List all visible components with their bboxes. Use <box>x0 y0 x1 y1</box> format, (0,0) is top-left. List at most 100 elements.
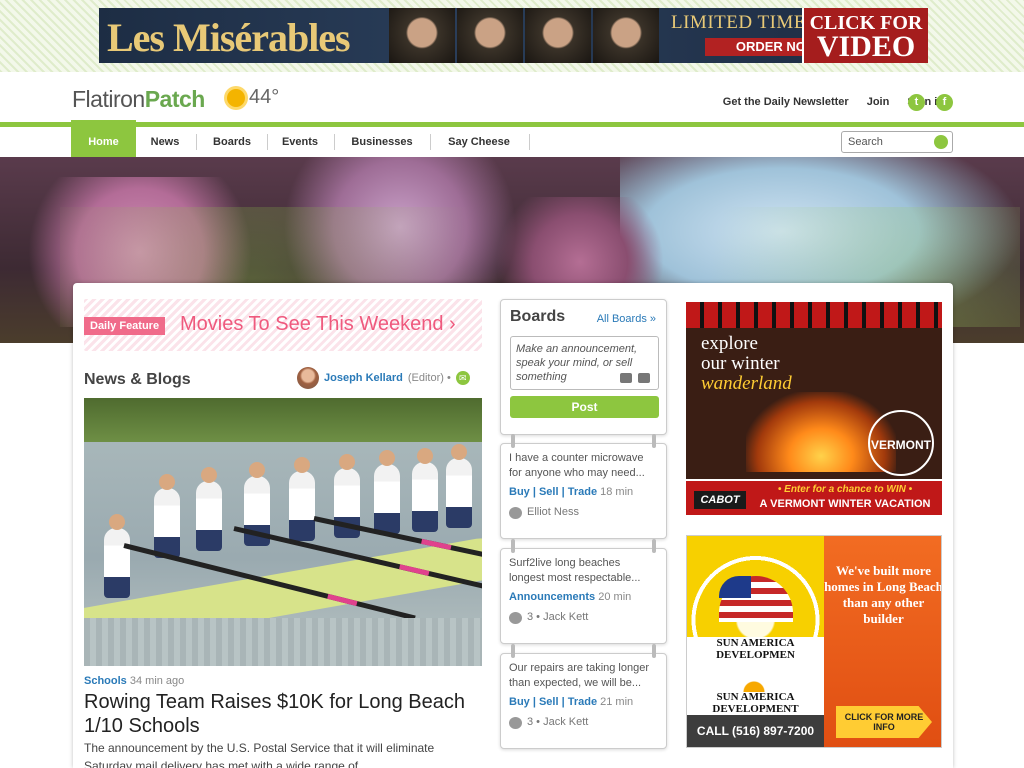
ad-phone[interactable]: CALL (516) 897-7200 <box>687 715 824 747</box>
ad-more-info-button[interactable]: CLICK FOR MORE INFO <box>836 706 932 738</box>
announcement-input[interactable]: Make an announcement, speak your mind, o… <box>510 336 659 390</box>
board-post-card[interactable]: I have a counter microwave for anyone wh… <box>500 434 667 539</box>
search-input[interactable]: Search <box>841 131 953 153</box>
post-text[interactable]: Surf2live long beaches longest most resp… <box>509 556 658 586</box>
ad-brand-logo-text: SUN AMERICA DEVELOPMENT <box>712 691 799 715</box>
post-user[interactable]: 3 • Jack Kett <box>509 715 658 730</box>
all-boards-link[interactable]: All Boards » <box>597 313 656 325</box>
nav-separator <box>267 134 268 150</box>
post-category-label[interactable]: Announcements <box>509 591 595 603</box>
nav-separator <box>529 134 530 150</box>
comment-icon <box>509 716 522 729</box>
photo-water <box>84 618 482 666</box>
sun-america-ad[interactable]: SUN AMERICA DEVELOPMEN SUN AMERICA DEVEL… <box>686 535 942 748</box>
comment-icon <box>509 506 522 519</box>
nav-businesses[interactable]: Businesses <box>338 127 426 157</box>
join-link[interactable]: Join <box>867 96 890 108</box>
photo-rower <box>154 474 180 558</box>
article-photo[interactable] <box>84 398 482 666</box>
article-category[interactable]: Schools <box>84 675 127 687</box>
ad-cast-photos <box>389 8 659 63</box>
camera-icon[interactable] <box>620 373 632 383</box>
search-placeholder: Search <box>848 136 883 148</box>
post-text[interactable]: Our repairs are taking longer than expec… <box>509 661 658 691</box>
article-headline[interactable]: Rowing Team Raises $10K for Long Beach 1… <box>84 690 482 738</box>
card-ring <box>652 644 656 658</box>
author-name[interactable]: Joseph Kellard <box>324 372 403 384</box>
post-category-label[interactable]: Buy | Sell | Trade <box>509 696 597 708</box>
board-post-card[interactable]: Our repairs are taking longer than expec… <box>500 644 667 749</box>
photo-rower <box>104 514 130 598</box>
ad-line2: our winter <box>701 353 780 374</box>
facebook-icon[interactable]: f <box>936 94 953 111</box>
daily-feature-banner[interactable]: Daily Feature Movies To See This Weekend… <box>84 299 482 351</box>
nav-boards[interactable]: Boards <box>200 127 264 157</box>
nav-events[interactable]: Events <box>270 127 330 157</box>
post-time: 18 min <box>600 486 634 498</box>
post-user[interactable]: 3 • Jack Kett <box>509 610 658 625</box>
post-category-label[interactable]: Buy | Sell | Trade <box>509 486 597 498</box>
mail-icon[interactable]: ✉ <box>455 371 470 385</box>
video-icon[interactable] <box>638 373 650 383</box>
comment-icon <box>509 611 522 624</box>
ad-brand-name: SUN AMERICA DEVELOPMEN <box>687 637 824 661</box>
post-text[interactable]: I have a counter microwave for anyone wh… <box>509 451 658 481</box>
post-category[interactable]: Buy | Sell | Trade 21 min <box>509 695 658 710</box>
nav-separator <box>196 134 197 150</box>
top-banner-ad[interactable]: Les Misérables LIMITED TIME OFFERS ORDER… <box>99 8 928 63</box>
boards-heading: Boards <box>510 308 566 325</box>
sun-logo-icon <box>739 674 769 692</box>
photo-shoreline <box>84 398 482 442</box>
announcement-placeholder: Make an announcement, speak your mind, o… <box>516 343 638 383</box>
post-time: 21 min <box>600 696 634 708</box>
post-user[interactable]: Elliot Ness <box>509 505 658 520</box>
daily-feature-link[interactable]: Movies To See This Weekend › <box>180 313 456 336</box>
board-post-card[interactable]: Surf2live long beaches longest most resp… <box>500 539 667 644</box>
post-username[interactable]: 3 • Jack Kett <box>527 610 588 625</box>
nav-home[interactable]: Home <box>71 120 136 157</box>
vermont-seal: VERMONT <box>868 410 934 476</box>
newsletter-link[interactable]: Get the Daily Newsletter <box>723 96 849 108</box>
nav-separator <box>430 134 431 150</box>
card-ring <box>511 539 515 553</box>
article-time: 34 min ago <box>129 675 185 687</box>
ad-line3: wanderland <box>701 373 792 394</box>
ad-video-line2: VIDEO <box>816 30 916 63</box>
search-icon[interactable] <box>934 135 948 149</box>
author-byline: Joseph Kellard (Editor) • ✉ <box>297 367 470 389</box>
site-header: FlatironPatch 44° Get the Daily Newslett… <box>0 72 1024 124</box>
ad-line1: explore <box>701 333 758 354</box>
nav-separator <box>334 134 335 150</box>
card-ring <box>652 434 656 448</box>
card-ring <box>511 434 515 448</box>
ad-plaid-band <box>686 302 942 328</box>
cabot-logo: CABOT <box>694 491 746 509</box>
article-meta: Schools 34 min ago <box>84 675 184 687</box>
nav-say-cheese[interactable]: Say Cheese <box>434 127 524 157</box>
vermont-ad[interactable]: explore our winter wanderland VERMONT CA… <box>686 302 942 515</box>
post-category[interactable]: Announcements 20 min <box>509 590 658 605</box>
avatar[interactable] <box>297 367 319 389</box>
post-username[interactable]: Elliot Ness <box>527 505 579 520</box>
post-username[interactable]: 3 • Jack Kett <box>527 715 588 730</box>
card-ring <box>511 644 515 658</box>
site-logo[interactable]: FlatironPatch <box>72 86 205 113</box>
photo-rower <box>289 457 315 541</box>
ad-promo-bar: CABOT • Enter for a chance to WIN • A VE… <box>686 479 942 515</box>
photo-rower <box>374 450 400 534</box>
post-button[interactable]: Post <box>510 396 659 418</box>
ad-message-panel: We've built more homes in Long Beach tha… <box>824 536 942 747</box>
twitter-icon[interactable]: t <box>908 94 925 111</box>
weather-widget[interactable]: 44° <box>227 86 279 109</box>
post-category[interactable]: Buy | Sell | Trade 18 min <box>509 485 658 500</box>
ad-video-button[interactable]: CLICK FOR VIDEO <box>802 8 928 63</box>
logo-brand: Patch <box>144 86 206 112</box>
article-summary: The announcement by the U.S. Postal Serv… <box>84 741 435 768</box>
news-heading: News & Blogs <box>84 371 191 388</box>
ad-headline: explore our winter wanderland <box>701 334 792 394</box>
ad-message: We've built more homes in Long Beach tha… <box>824 563 942 626</box>
ad-enter-text: • Enter for a chance to WIN • <box>777 484 913 495</box>
boards-widget: Boards All Boards » Make an announcement… <box>500 299 667 435</box>
ad-prize-text: A VERMONT WINTER VACATION <box>759 498 931 510</box>
nav-news[interactable]: News <box>139 127 191 157</box>
